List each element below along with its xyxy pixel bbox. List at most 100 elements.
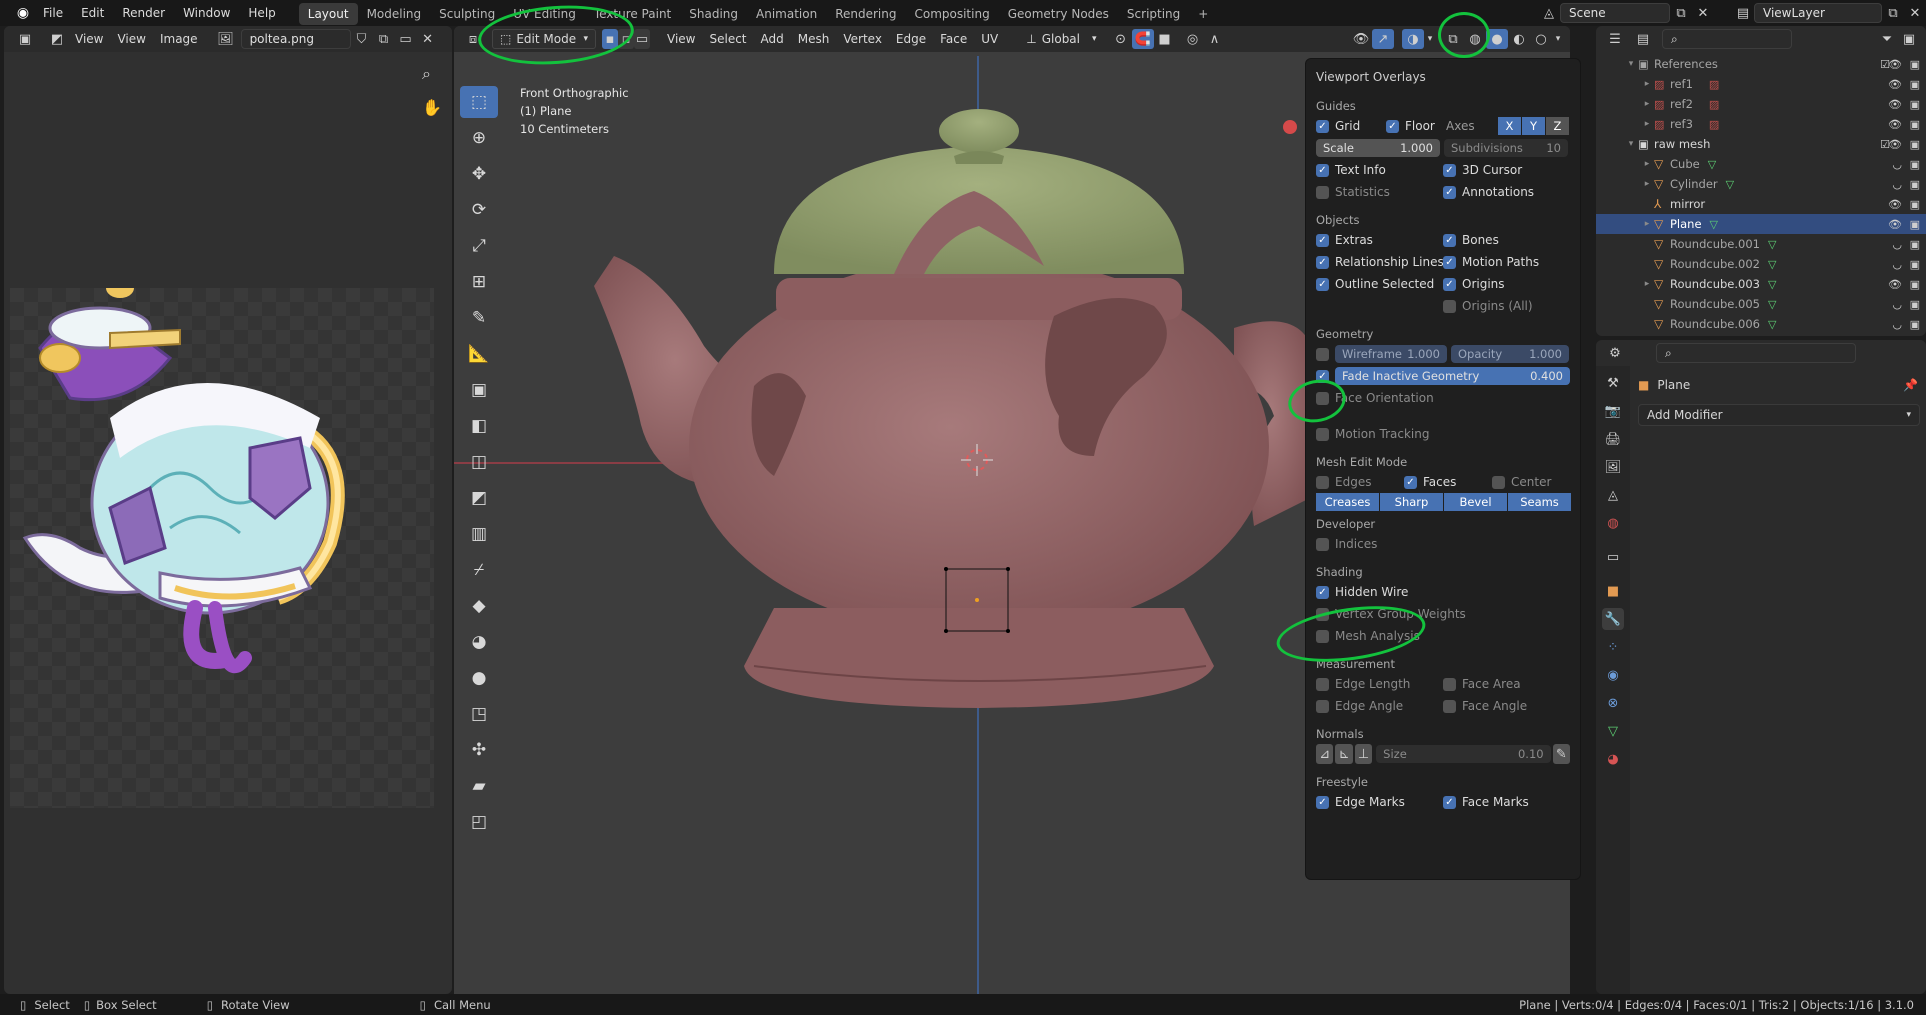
output-tab-icon[interactable]: 🖨	[1602, 428, 1624, 450]
creases-toggle[interactable]: Creases	[1316, 493, 1379, 511]
outliner-item-roundcube-002[interactable]: ▽ Roundcube.002 ▽ ◡ ▣	[1596, 254, 1926, 274]
eye-closed-icon[interactable]: ◡	[1892, 238, 1902, 251]
floor-checkbox[interactable]: ✓ Floor	[1386, 115, 1446, 137]
outline-selected-checkbox[interactable]: ✓ Outline Selected	[1316, 273, 1443, 295]
menu-window[interactable]: Window	[174, 0, 239, 26]
relationship-lines-checkbox[interactable]: ✓ Relationship Lines	[1316, 251, 1444, 273]
menu-render[interactable]: Render	[113, 0, 174, 26]
proportional-edit-icon[interactable]: ◎	[1182, 29, 1204, 49]
view-layer-tab-icon[interactable]: 🖼	[1602, 456, 1624, 478]
unlink-image-icon[interactable]: ✕	[417, 29, 439, 49]
camera-icon[interactable]: ▣	[1910, 118, 1920, 131]
particles-tab-icon[interactable]: ⁘	[1602, 636, 1624, 658]
rotate-tool-icon[interactable]: ⟳	[460, 194, 498, 226]
pin-icon[interactable]: 📌	[1903, 378, 1918, 392]
menu-edge[interactable]: Edge	[889, 29, 933, 49]
tab-scripting[interactable]: Scripting	[1118, 3, 1189, 25]
vertex-normals-icon[interactable]: ⊿	[1316, 744, 1334, 764]
tab-animation[interactable]: Animation	[747, 3, 826, 25]
menu-add[interactable]: Add	[754, 29, 791, 49]
transform-orientation-dropdown[interactable]: ⊥ Global ▾	[1019, 29, 1103, 49]
outliner-item-plane[interactable]: ▸ ▽ Plane ▽ 👁 ▣	[1596, 214, 1926, 234]
new-collection-icon[interactable]: ▣	[1898, 29, 1920, 49]
scene-selector[interactable]: ◬ Scene ⧉ ✕	[1538, 3, 1714, 23]
collection-tab-icon[interactable]: ▭	[1602, 546, 1624, 568]
tab-rendering[interactable]: Rendering	[826, 3, 905, 25]
tool-settings-tab-icon[interactable]: ⚒	[1602, 372, 1624, 394]
motion-paths-checkbox[interactable]: ✓ Motion Paths	[1443, 251, 1570, 273]
seams-toggle[interactable]: Seams	[1508, 493, 1571, 511]
edge-marks-checkbox[interactable]: ✓ Edge Marks	[1316, 791, 1443, 813]
edge-slide-tool-icon[interactable]: ◳	[460, 698, 498, 730]
camera-icon[interactable]: ▣	[1910, 278, 1920, 291]
fade-inactive-slider[interactable]: Fade Inactive Geometry 0.400	[1335, 367, 1570, 385]
expand-arrow-icon[interactable]: ▸	[1640, 79, 1654, 89]
outliner-item-ref2[interactable]: ▸ ▨ ref2 ▨ 👁 ▣	[1596, 94, 1926, 114]
menu-select[interactable]: Select	[702, 29, 753, 49]
camera-icon[interactable]: ▣	[1910, 58, 1920, 71]
spin-tool-icon[interactable]: ◕	[460, 626, 498, 658]
cursor-tool-icon[interactable]: ⊕	[460, 122, 498, 154]
tab-shading[interactable]: Shading	[680, 3, 747, 25]
pivot-icon[interactable]: ⊙	[1110, 29, 1132, 49]
bevel-toggle[interactable]: Bevel	[1444, 493, 1507, 511]
hand-pan-icon[interactable]: ✋	[422, 98, 442, 117]
outliner-item-cube[interactable]: ▸ ▽ Cube ▽ ◡ ▣	[1596, 154, 1926, 174]
world-tab-icon[interactable]: ◍	[1602, 512, 1624, 534]
bones-checkbox[interactable]: ✓ Bones	[1443, 229, 1570, 251]
edge-angle-checkbox[interactable]: Edge Angle	[1316, 695, 1443, 717]
add-workspace-button[interactable]: +	[1189, 3, 1217, 25]
add-cube-tool-icon[interactable]: ▣	[460, 374, 498, 406]
mesh-data-tab-icon[interactable]: ▽	[1602, 720, 1624, 742]
tab-layout[interactable]: Layout	[298, 3, 358, 25]
outliner-item-mirror[interactable]: ⅄ mirror 👁 ▣	[1596, 194, 1926, 214]
snap-target-icon[interactable]: ■	[1154, 29, 1176, 49]
material-shading-icon[interactable]: ◐	[1508, 29, 1530, 49]
view-dropdown[interactable]: View	[68, 29, 110, 49]
extrude-tool-icon[interactable]: ◧	[460, 410, 498, 442]
bevel-tool-icon[interactable]: ◩	[460, 482, 498, 514]
annotations-checkbox[interactable]: ✓ Annotations	[1443, 181, 1570, 203]
expand-arrow-icon[interactable]: ▸	[1640, 119, 1654, 129]
wireframe-checkbox[interactable]	[1316, 347, 1329, 361]
edges-checkbox[interactable]: Edges	[1316, 471, 1404, 493]
camera-icon[interactable]: ▣	[1910, 238, 1920, 251]
material-tab-icon[interactable]: ◕	[1602, 748, 1624, 770]
outliner-item-raw-mesh[interactable]: ▾ ▣ raw mesh ☑ 👁 ▣	[1596, 134, 1926, 154]
open-image-folder-icon[interactable]: ▭	[395, 29, 417, 49]
eye-closed-icon[interactable]: ◡	[1892, 158, 1902, 171]
smooth-tool-icon[interactable]: ●	[460, 662, 498, 694]
fake-user-shield-icon[interactable]: ⛉	[351, 29, 373, 49]
knife-tool-icon[interactable]: ⌿	[460, 554, 498, 586]
camera-icon[interactable]: ▣	[1910, 298, 1920, 311]
eye-icon[interactable]: 👁	[1888, 78, 1902, 91]
tab-modeling[interactable]: Modeling	[358, 3, 431, 25]
outliner-item-cylinder[interactable]: ▸ ▽ Cylinder ▽ ◡ ▣	[1596, 174, 1926, 194]
outliner-item-roundcube-005[interactable]: ▽ Roundcube.005 ▽ ◡ ▣	[1596, 294, 1926, 314]
face-orientation-checkbox[interactable]: Face Orientation	[1316, 387, 1570, 409]
poly-build-tool-icon[interactable]: ◆	[460, 590, 498, 622]
eye-icon[interactable]: 👁	[1888, 278, 1902, 291]
camera-icon[interactable]: ▣	[1910, 318, 1920, 331]
menu-view[interactable]: View	[660, 29, 702, 49]
rendered-shading-icon[interactable]: ○	[1530, 29, 1552, 49]
camera-icon[interactable]: ▣	[1910, 98, 1920, 111]
motion-tracking-checkbox[interactable]: Motion Tracking	[1316, 423, 1570, 445]
camera-icon[interactable]: ▣	[1910, 158, 1920, 171]
eye-icon[interactable]: 👁	[1888, 58, 1902, 71]
extras-checkbox[interactable]: ✓ Extras	[1316, 229, 1443, 251]
outliner-item-roundcube-001[interactable]: ▽ Roundcube.001 ▽ ◡ ▣	[1596, 234, 1926, 254]
menu-vertex[interactable]: Vertex	[836, 29, 889, 49]
add-modifier-button[interactable]: Add Modifier ▾	[1638, 404, 1920, 426]
scene-tab-icon[interactable]: ◬	[1602, 484, 1624, 506]
rip-region-tool-icon[interactable]: ◰	[460, 806, 498, 838]
eye-closed-icon[interactable]: ◡	[1892, 318, 1902, 331]
menu-face[interactable]: Face	[933, 29, 974, 49]
outliner-item-roundcube-006[interactable]: ▽ Roundcube.006 ▽ ◡ ▣	[1596, 314, 1926, 334]
properties-search-input[interactable]: ⌕	[1656, 343, 1856, 363]
gizmo-icon[interactable]: ↗	[1372, 29, 1394, 49]
split-normals-icon[interactable]: ⊾	[1335, 744, 1353, 764]
chevron-down-icon[interactable]: ▾	[1424, 29, 1436, 49]
eye-closed-icon[interactable]: ◡	[1892, 258, 1902, 271]
camera-icon[interactable]: ▣	[1910, 78, 1920, 91]
